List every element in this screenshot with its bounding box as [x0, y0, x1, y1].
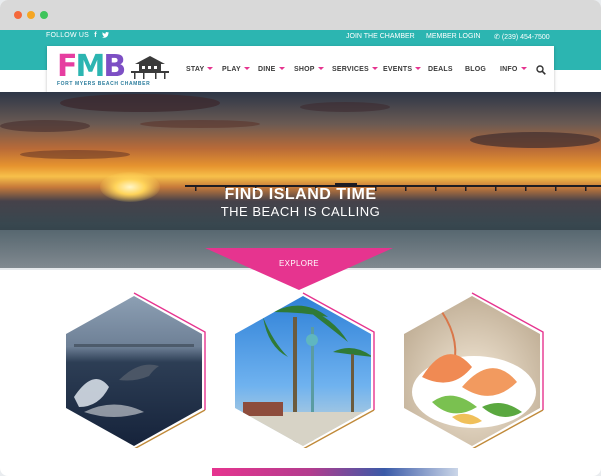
follow-us-label: FOLLOW US	[46, 32, 90, 39]
nav-item-label: DEALS	[428, 66, 453, 73]
twitter-icon[interactable]	[101, 32, 109, 39]
close-window-button[interactable]	[14, 11, 22, 19]
browser-titlebar	[0, 0, 601, 30]
nav-item-play[interactable]: PLAY	[222, 66, 250, 73]
nav-item-label: DINE	[258, 66, 276, 73]
nav-item-stay[interactable]: STAY	[186, 66, 214, 73]
phone-link[interactable]: ✆ (239) 454-7500	[494, 33, 550, 41]
nav-item-blog[interactable]: BLOG	[465, 66, 486, 73]
nav-item-events[interactable]: EVENTS	[383, 66, 422, 73]
nav-item-info[interactable]: INFO	[500, 66, 527, 73]
nav-item-label: INFO	[500, 66, 518, 73]
nav-item-label: EVENTS	[383, 66, 413, 73]
nav-item-dine[interactable]: DINE	[258, 66, 285, 73]
dolphin-tile[interactable]	[64, 292, 206, 448]
explore-button[interactable]	[205, 248, 393, 290]
caret-down-icon	[207, 67, 214, 70]
nav-item-services[interactable]: SERVICES	[332, 66, 378, 73]
nav-item-label: SHOP	[294, 66, 315, 73]
palm-trees-tile[interactable]	[233, 292, 375, 448]
phone-icon: ✆	[494, 34, 500, 41]
caret-down-icon	[243, 67, 250, 70]
minimize-window-button[interactable]	[27, 11, 35, 19]
search-icon[interactable]	[536, 65, 546, 75]
cloud-decoration	[60, 94, 220, 112]
cloud-decoration	[20, 150, 130, 159]
cloud-decoration	[0, 120, 90, 132]
nav-item-shop[interactable]: SHOP	[294, 66, 324, 73]
nav-item-deals[interactable]: DEALS	[428, 66, 453, 73]
cloud-decoration	[140, 120, 260, 128]
caret-down-icon	[278, 67, 285, 70]
caret-down-icon	[520, 67, 527, 70]
caret-down-icon	[371, 67, 378, 70]
phone-number: (239) 454-7500	[501, 34, 550, 41]
caret-down-icon	[415, 67, 422, 70]
logo-tagline: FORT MYERS BEACH CHAMBER	[57, 81, 151, 87]
nav-item-label: SERVICES	[332, 66, 369, 73]
nav-item-label: BLOG	[465, 66, 487, 73]
facebook-icon[interactable]: f	[94, 32, 97, 39]
promo-banner-strip[interactable]	[212, 468, 458, 476]
shrimp-tile[interactable]	[402, 292, 544, 448]
caret-down-icon	[317, 67, 324, 70]
member-login-link[interactable]: MEMBER LOGIN	[426, 33, 480, 40]
nav-item-label: PLAY	[222, 66, 241, 73]
cloud-decoration	[470, 132, 600, 148]
main-navbar: FMB FORT MYERS BEACH CHAMBER STAY PLAY D…	[47, 46, 554, 92]
maximize-window-button[interactable]	[40, 11, 48, 19]
cloud-decoration	[300, 102, 390, 112]
follow-us: FOLLOW US f	[46, 32, 109, 39]
explore-label[interactable]: EXPLORE	[205, 259, 393, 268]
browser-window: FOLLOW US f JOIN THE CHAMBER MEMBER LOGI…	[0, 0, 601, 476]
main-menu: STAY PLAY DINE SHOP SERVICES EVENTS DEAL…	[47, 66, 554, 76]
hero-subtitle: THE BEACH IS CALLING	[220, 204, 381, 219]
nav-item-label: STAY	[186, 66, 205, 73]
hero-title: FIND ISLAND TIME	[224, 186, 377, 203]
join-chamber-link[interactable]: JOIN THE CHAMBER	[346, 33, 415, 40]
